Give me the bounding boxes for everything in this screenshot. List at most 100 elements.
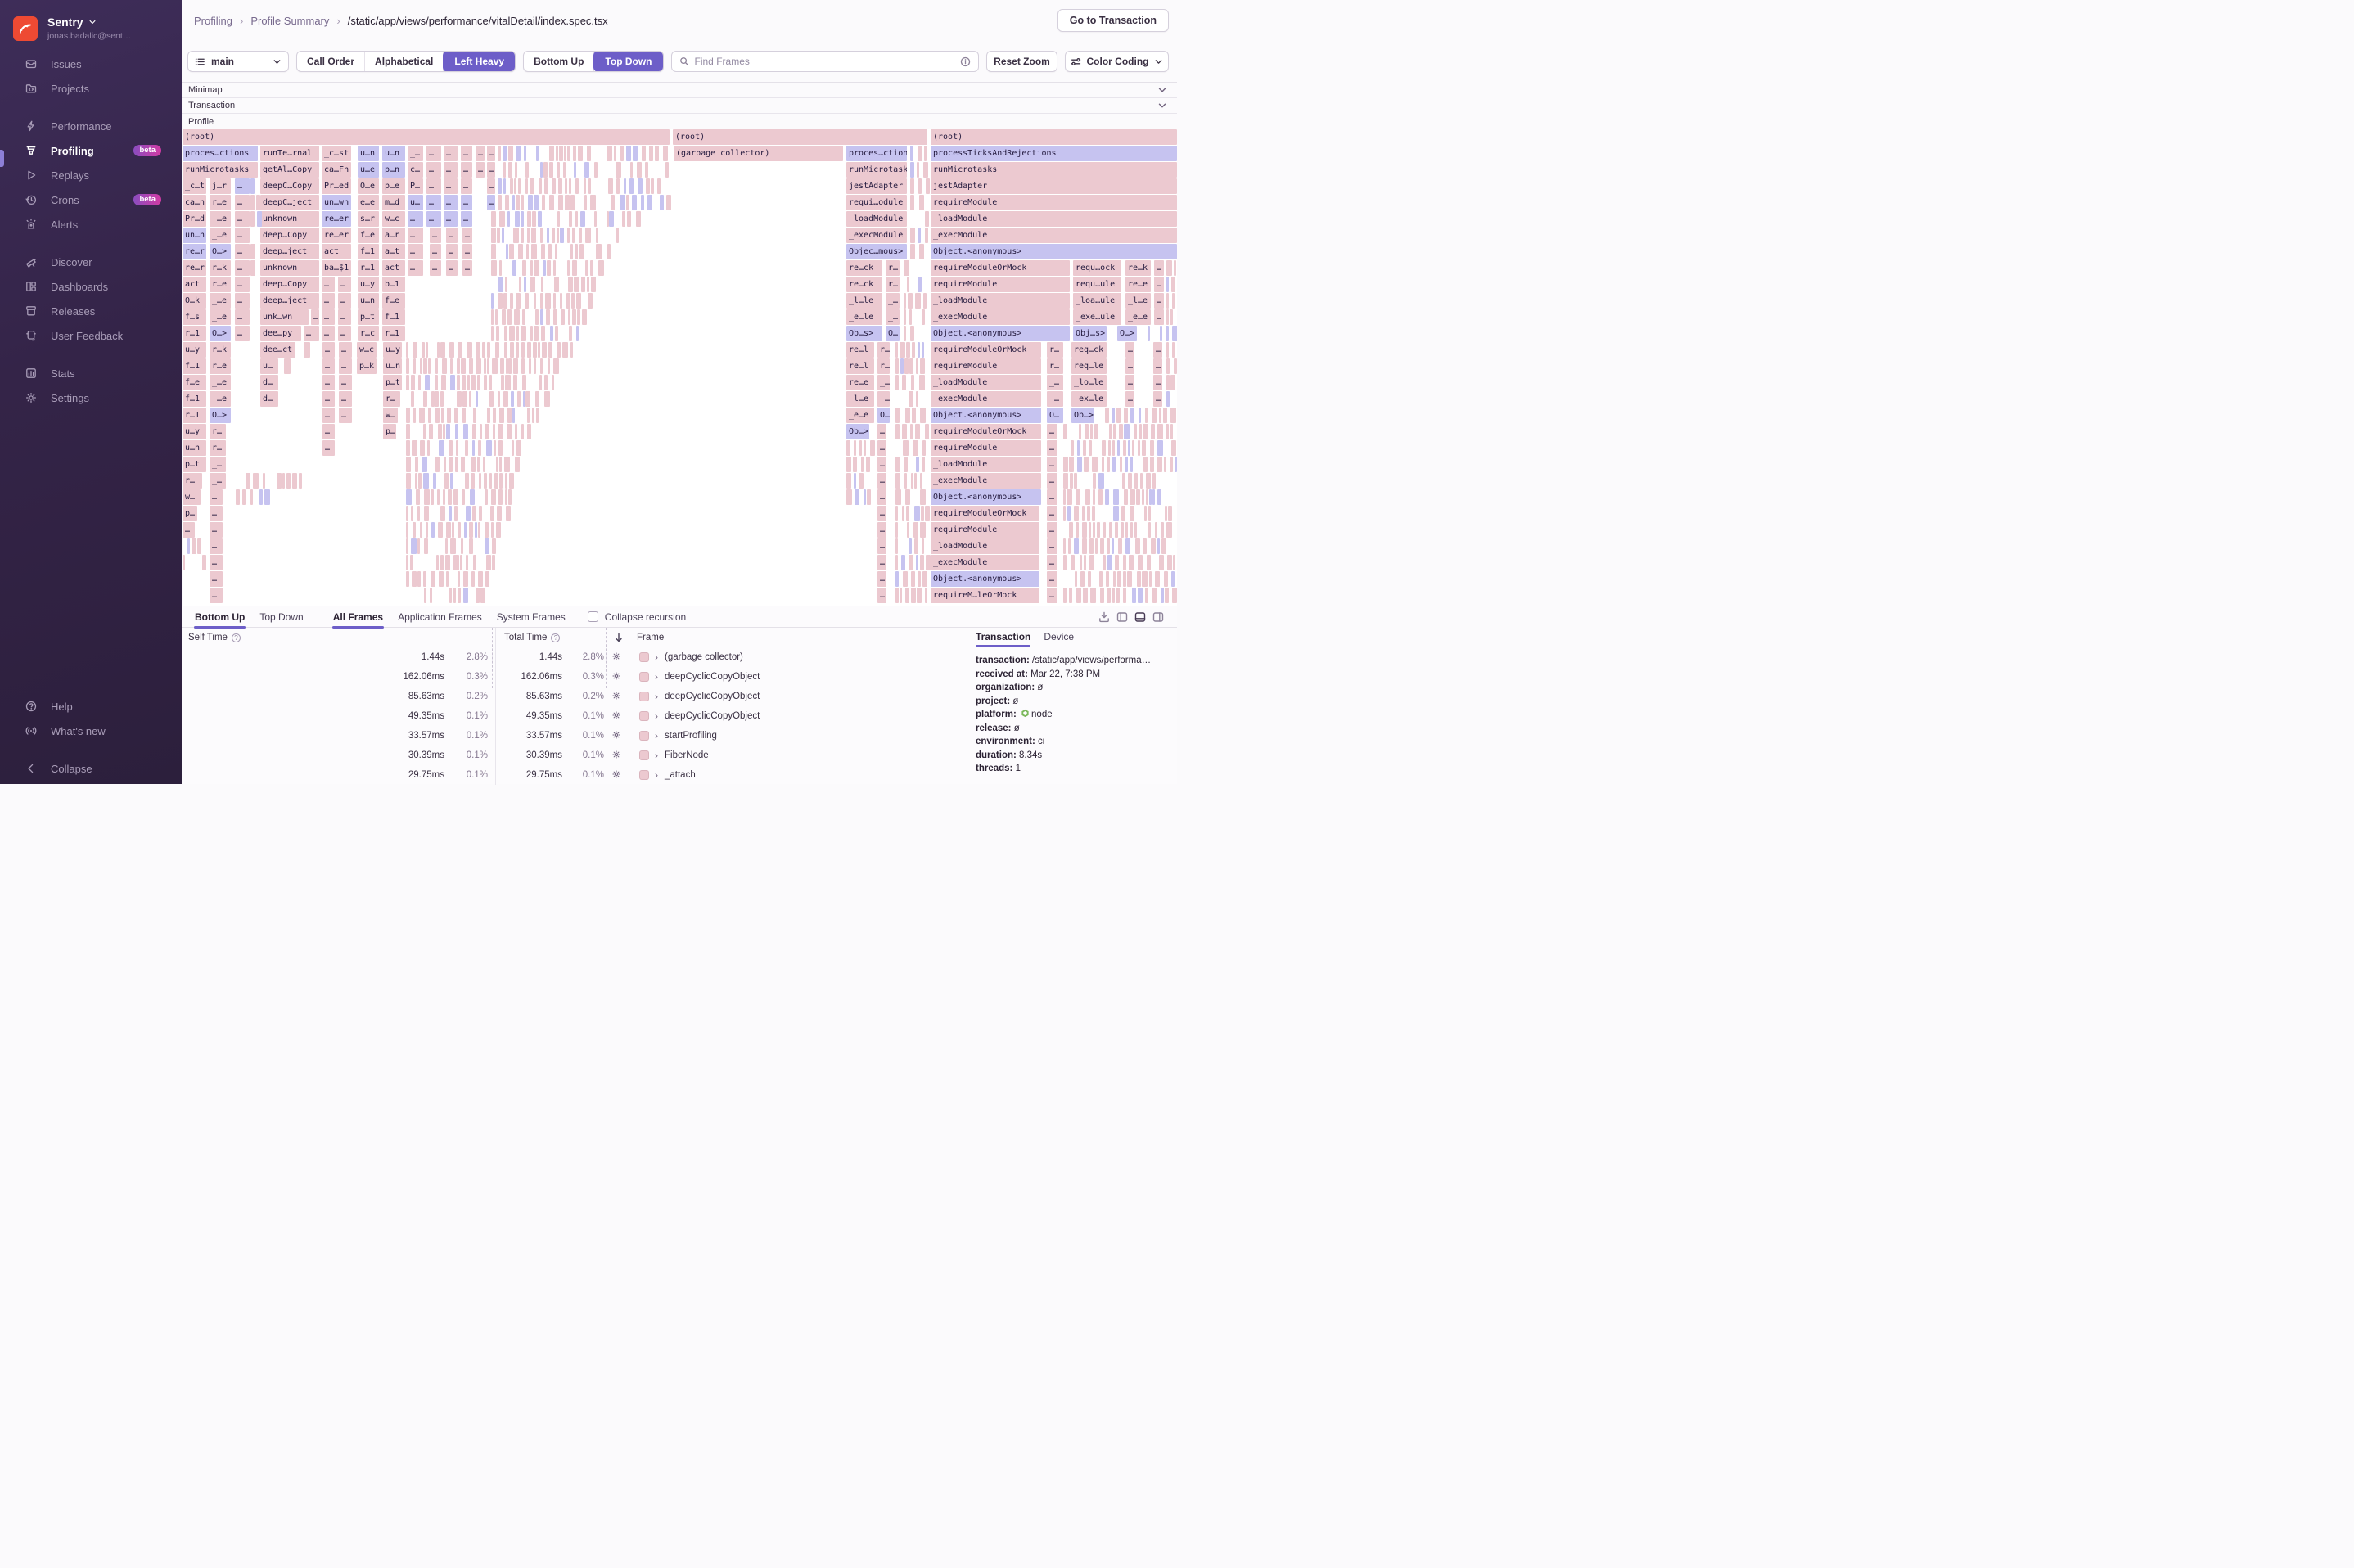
flame-frame[interactable] (479, 506, 482, 521)
flame-frame[interactable]: re…ck (846, 277, 882, 292)
flame-frame[interactable] (412, 571, 417, 587)
flame-frame[interactable]: _execModule (931, 473, 1041, 489)
flame-frame[interactable] (568, 277, 573, 292)
flame-frame[interactable]: p…t (383, 375, 402, 390)
flame-frame[interactable]: un…n (183, 228, 206, 243)
flame-frame[interactable] (449, 342, 454, 358)
flame-frame[interactable] (1124, 489, 1128, 505)
flame-frame[interactable] (478, 522, 480, 538)
flame-frame[interactable]: … (430, 244, 441, 259)
flame-frame[interactable] (554, 277, 559, 292)
flame-frame[interactable] (483, 457, 485, 472)
flame-frame[interactable] (527, 342, 531, 358)
flame-frame[interactable] (1170, 457, 1173, 472)
flame-frame[interactable] (471, 375, 476, 390)
flame-frame[interactable] (1119, 424, 1123, 439)
flame-frame[interactable]: O…> (210, 244, 231, 259)
flame-frame[interactable] (596, 228, 598, 243)
flame-frame[interactable] (491, 326, 494, 341)
flame-frame[interactable] (1164, 571, 1168, 587)
sentry-logo[interactable] (13, 16, 38, 41)
flame-frame[interactable] (916, 457, 919, 472)
sidebar-item-replays[interactable]: Replays (0, 163, 182, 187)
flame-frame[interactable] (450, 473, 453, 489)
flame-frame[interactable]: … (304, 326, 319, 341)
flame-frame[interactable]: … (426, 211, 441, 227)
flame-frame[interactable] (491, 293, 494, 309)
top-down-button[interactable]: Top Down (593, 52, 663, 71)
flame-frame[interactable] (264, 489, 270, 505)
flame-frame[interactable] (1112, 408, 1115, 423)
flame-frame[interactable] (497, 228, 500, 243)
flame-frame[interactable] (530, 178, 534, 194)
flame-frame[interactable] (183, 555, 185, 570)
flame-frame[interactable] (500, 358, 504, 374)
flame-frame[interactable]: … (877, 555, 886, 570)
org-switcher[interactable]: Sentry (47, 16, 131, 28)
flame-frame[interactable] (1124, 408, 1128, 423)
transaction-section-header[interactable]: Transaction (182, 98, 1177, 114)
flame-frame[interactable] (1116, 588, 1120, 603)
flame-frame[interactable]: _lo…le (1071, 375, 1107, 390)
flame-frame[interactable]: requireModuleOrMock (931, 424, 1041, 439)
flame-frame[interactable] (540, 228, 543, 243)
flame-frame[interactable]: j…r (210, 178, 231, 194)
flame-frame[interactable] (925, 588, 927, 603)
flame-frame[interactable]: … (1125, 358, 1134, 374)
flame-frame[interactable] (495, 342, 499, 358)
flame-frame[interactable] (1136, 489, 1140, 505)
flame-frame[interactable]: r… (210, 424, 226, 439)
flame-frame[interactable] (553, 358, 559, 374)
flame-frame[interactable]: _… (210, 457, 226, 472)
call-order-button[interactable]: Call Order (297, 52, 366, 71)
flame-frame[interactable] (1113, 489, 1119, 505)
flame-frame[interactable] (1134, 473, 1138, 489)
flame-frame[interactable] (444, 457, 446, 472)
flame-frame[interactable] (453, 489, 458, 505)
flame-frame[interactable] (1151, 538, 1156, 554)
flame-frame[interactable] (505, 473, 507, 489)
flame-frame[interactable]: … (339, 342, 352, 358)
flame-frame[interactable]: O… (886, 326, 900, 341)
flame-frame[interactable]: p… (183, 506, 197, 521)
flame-frame[interactable]: requireModuleOrMock (931, 506, 1039, 521)
sidebar-item-user-feedback[interactable]: User Feedback (0, 323, 182, 348)
flame-frame[interactable] (533, 342, 537, 358)
flame-frame[interactable] (527, 408, 530, 423)
flame-frame[interactable] (651, 178, 654, 194)
flame-frame[interactable] (1170, 375, 1175, 390)
flame-frame[interactable] (423, 571, 426, 587)
flame-frame[interactable] (439, 571, 444, 587)
flame-frame[interactable] (522, 260, 526, 276)
flame-frame[interactable] (449, 588, 452, 603)
flame-frame[interactable] (895, 342, 898, 358)
flame-frame[interactable] (575, 211, 578, 227)
flame-frame[interactable]: runMicrotasks (183, 162, 258, 178)
flame-frame[interactable] (572, 228, 575, 243)
flame-frame[interactable] (569, 211, 572, 227)
flame-frame[interactable]: p…n (382, 162, 405, 178)
flame-frame[interactable] (1166, 342, 1169, 358)
flame-frame[interactable] (645, 162, 648, 178)
flame-frame[interactable] (572, 309, 576, 325)
flame-frame[interactable] (922, 571, 927, 587)
flame-frame[interactable]: r…k (210, 342, 231, 358)
flame-frame[interactable] (1159, 408, 1161, 423)
flame-frame[interactable] (429, 424, 433, 439)
flame-frame[interactable]: r… (383, 391, 400, 407)
flame-frame[interactable] (1150, 457, 1154, 472)
flame-frame[interactable]: … (235, 244, 250, 259)
export-profile-icon[interactable] (1098, 611, 1110, 623)
flame-frame[interactable] (1124, 424, 1130, 439)
flame-frame[interactable] (1112, 440, 1115, 456)
flame-frame[interactable]: … (461, 162, 472, 178)
flame-frame[interactable] (440, 555, 444, 570)
flame-frame[interactable]: processTicksAndRejections (931, 146, 1177, 161)
flame-frame[interactable] (534, 260, 539, 276)
flame-frame[interactable] (1076, 489, 1080, 505)
flame-frame[interactable] (547, 228, 549, 243)
flame-frame[interactable]: requireModule (931, 358, 1041, 374)
flame-frame[interactable]: … (210, 588, 223, 603)
flame-frame[interactable] (1082, 538, 1087, 554)
flame-frame[interactable]: … (1125, 391, 1134, 407)
